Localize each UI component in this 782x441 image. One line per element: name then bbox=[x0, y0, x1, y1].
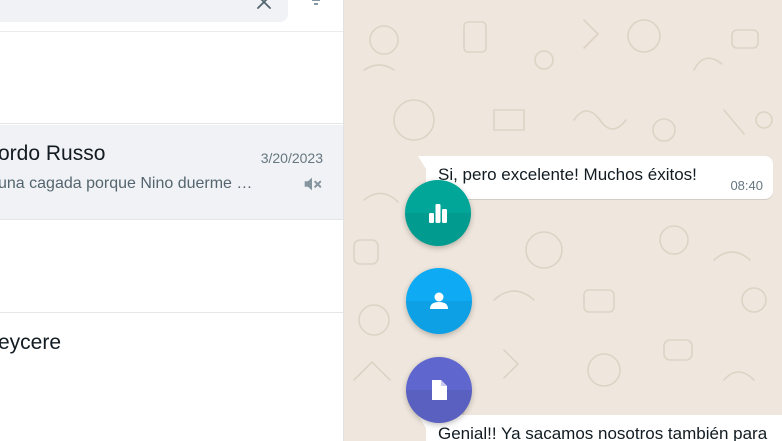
chat-list-item[interactable]: eycere bbox=[0, 313, 343, 407]
chat-timestamp: 3/20/2023 bbox=[260, 150, 323, 166]
attach-document-button[interactable] bbox=[406, 357, 472, 423]
chat-list-item[interactable]: ordo Russo 3/20/2023 una cagada porque N… bbox=[0, 125, 343, 219]
message-text: Si, pero excelente! Muchos éxitos! bbox=[438, 165, 697, 184]
clear-search-button[interactable] bbox=[253, 0, 275, 13]
message-bubble[interactable]: Genial!! Ya sacamos nosotros también par… bbox=[418, 415, 782, 441]
message-time: 08:40 bbox=[730, 178, 763, 193]
chat-list-item[interactable] bbox=[0, 220, 343, 314]
chat-list-pane: ordo Russo 3/20/2023 una cagada porque N… bbox=[0, 0, 344, 441]
search-input[interactable] bbox=[0, 0, 288, 22]
close-icon bbox=[256, 0, 272, 15]
chat-message-preview: una cagada porque Nino duerme … bbox=[0, 175, 253, 192]
muted-icon bbox=[301, 173, 323, 195]
conversation-pane: Si, pero excelente! Muchos éxitos! 08:40… bbox=[344, 0, 782, 441]
chat-name: ordo Russo bbox=[0, 142, 106, 165]
attach-poll-button[interactable] bbox=[405, 180, 471, 246]
attach-contact-button[interactable] bbox=[406, 268, 472, 334]
message-text: Genial!! Ya sacamos nosotros también par… bbox=[438, 424, 768, 441]
bubble-tail bbox=[418, 156, 426, 169]
chat-name: eycere bbox=[0, 331, 62, 354]
filter-icon[interactable] bbox=[306, 0, 326, 6]
search-bar bbox=[0, 0, 343, 32]
message-bubble[interactable]: Si, pero excelente! Muchos éxitos! 08:40 bbox=[418, 156, 773, 199]
divider bbox=[0, 123, 343, 124]
